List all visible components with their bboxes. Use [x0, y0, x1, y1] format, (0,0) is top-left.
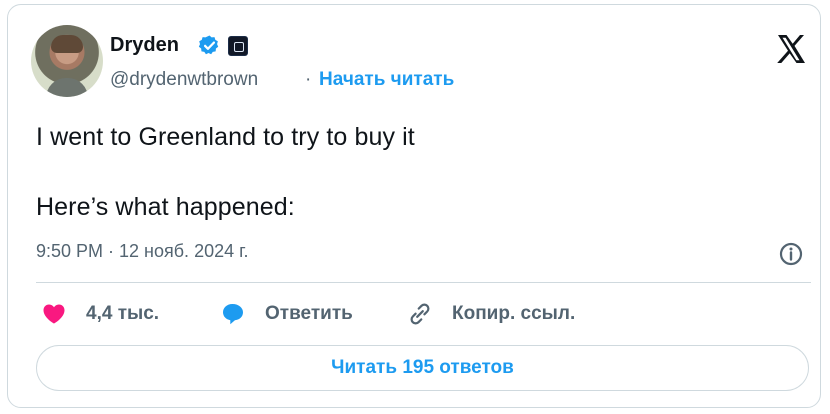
reply-label: Ответить [265, 303, 353, 324]
author-handle[interactable]: @drydenwtbrown [110, 69, 258, 91]
x-logo-icon[interactable] [774, 32, 808, 66]
author-avatar[interactable] [31, 25, 103, 97]
info-icon[interactable] [778, 241, 804, 267]
copy-link-button[interactable]: Копир. ссыл. [407, 301, 575, 327]
heart-icon [43, 304, 65, 324]
handle-separator: · [305, 69, 312, 90]
actions-divider [36, 282, 811, 283]
follow-link[interactable]: Начать читать [319, 69, 454, 91]
verified-badge-icon [198, 35, 219, 55]
avatar-hair [51, 35, 83, 53]
link-icon [410, 303, 430, 325]
like-count: 4,4 тыс. [86, 303, 160, 324]
post-text-line-2: Here’s what happened: [36, 193, 295, 221]
reply-bubble-icon [223, 304, 243, 325]
author-name[interactable]: Dryden [110, 34, 179, 57]
post-text-line-1: I went to Greenland to try to buy it [36, 123, 415, 151]
read-replies-button[interactable]: Читать 195 ответов [36, 345, 809, 391]
avatar-shirt [46, 78, 88, 97]
like-button[interactable]: 4,4 тыс. [41, 301, 159, 327]
embedded-post-card: Dryden @drydenwtbrown · Начать читать I … [7, 4, 821, 408]
organization-badge-icon [228, 36, 248, 56]
copy-link-label: Копир. ссыл. [452, 303, 576, 324]
post-timestamp[interactable]: 9:50 PM · 12 нояб. 2024 г. [36, 241, 248, 262]
reply-button[interactable]: Ответить [220, 301, 353, 327]
